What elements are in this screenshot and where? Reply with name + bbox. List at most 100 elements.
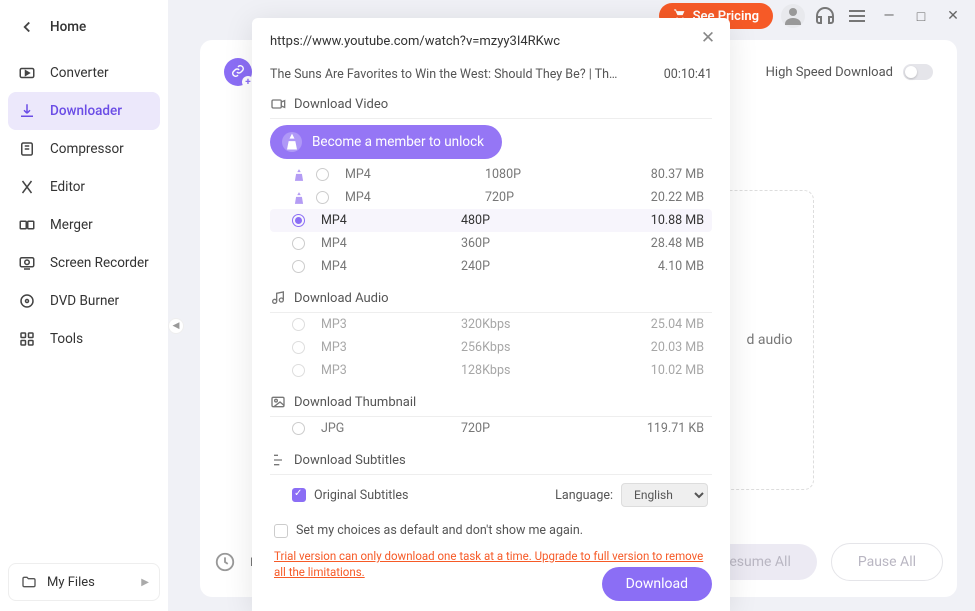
section-audio: Download Audio xyxy=(270,284,712,313)
original-subs-label: Original Subtitles xyxy=(314,488,408,503)
radio-icon xyxy=(292,364,305,377)
format-option[interactable]: MP41080P 80.37 MB xyxy=(270,163,712,186)
nav-label: Downloader xyxy=(50,103,122,119)
format-option[interactable]: MP4480P10.88 MB xyxy=(270,209,712,232)
language-label: Language: xyxy=(555,488,613,503)
size-label: 10.88 MB xyxy=(651,213,704,228)
nav-editor[interactable]: Editor xyxy=(0,168,168,206)
format-option[interactable]: MP4720P20.22 MB xyxy=(270,186,712,209)
section-label: Download Video xyxy=(294,97,388,112)
video-icon xyxy=(270,96,286,112)
high-speed-toggle-row: High Speed Download xyxy=(766,64,933,80)
maximize-button[interactable]: □ xyxy=(909,4,933,28)
format-label: MP4 xyxy=(345,167,485,182)
format-option[interactable]: MP3320Kbps25.04 MB xyxy=(270,313,712,336)
become-member-button[interactable]: Become a member to unlock xyxy=(270,125,502,159)
back-icon xyxy=(18,18,36,36)
quality-label: 128Kbps xyxy=(461,363,581,378)
nav-home-label: Home xyxy=(50,19,86,35)
close-button[interactable]: ✕ xyxy=(941,4,965,28)
nav-converter[interactable]: Converter xyxy=(0,54,168,92)
language-select[interactable]: English xyxy=(621,483,708,507)
image-icon xyxy=(270,394,286,410)
menu-icon[interactable] xyxy=(845,4,869,28)
nav-compressor[interactable]: Compressor xyxy=(0,130,168,168)
high-speed-toggle[interactable] xyxy=(903,64,933,80)
user-icon[interactable] xyxy=(781,4,805,28)
size-label: 80.37 MB xyxy=(651,167,704,182)
size-label: 28.48 MB xyxy=(651,236,704,251)
my-files-button[interactable]: My Files ▶ xyxy=(8,563,160,601)
quality-label: 240P xyxy=(461,259,581,274)
merger-icon xyxy=(18,216,36,234)
nav-label: Screen Recorder xyxy=(50,255,149,271)
quality-label: 1080P xyxy=(485,167,605,182)
video-title-row: The Suns Are Favorites to Win the West: … xyxy=(270,59,712,90)
download-modal: ✕ https://www.youtube.com/watch?v=mzyy3I… xyxy=(252,18,730,611)
quality-label: 720P xyxy=(461,421,581,436)
nav-dvd-burner[interactable]: DVD Burner xyxy=(0,282,168,320)
radio-icon xyxy=(316,168,329,181)
section-label: Download Thumbnail xyxy=(294,395,416,410)
section-thumbnail: Download Thumbnail xyxy=(270,388,712,417)
video-duration: 00:10:41 xyxy=(664,67,712,82)
nav-downloader[interactable]: Downloader xyxy=(8,92,160,130)
collapse-sidebar-button[interactable]: ◀ xyxy=(168,318,184,334)
nav-label: Converter xyxy=(50,65,109,81)
nav-home[interactable]: Home xyxy=(0,8,168,54)
checkbox-checked-icon[interactable] xyxy=(292,488,306,502)
paste-link-button[interactable] xyxy=(224,58,252,86)
radio-icon xyxy=(292,341,305,354)
converter-icon xyxy=(18,64,36,82)
compressor-icon xyxy=(18,140,36,158)
tools-icon xyxy=(18,330,36,348)
downloader-icon xyxy=(18,102,36,120)
language-select-row: Language: English xyxy=(555,483,708,507)
modal-close-button[interactable]: ✕ xyxy=(698,28,718,48)
checkbox-icon[interactable] xyxy=(274,524,288,538)
size-label: 4.10 MB xyxy=(658,259,704,274)
radio-icon xyxy=(292,260,305,273)
section-video: Download Video xyxy=(270,90,712,119)
format-option[interactable]: MP4360P28.48 MB xyxy=(270,232,712,255)
size-label: 20.03 MB xyxy=(651,340,704,355)
modal-url: https://www.youtube.com/watch?v=mzyy3I4R… xyxy=(270,32,712,59)
recorder-icon xyxy=(18,254,36,272)
nav-label: Merger xyxy=(50,217,93,233)
format-label: MP3 xyxy=(321,340,461,355)
size-label: 20.22 MB xyxy=(651,190,704,205)
format-option[interactable]: MP3128Kbps10.02 MB xyxy=(270,359,712,382)
nav-label: Tools xyxy=(50,331,83,347)
chevron-right-icon: ▶ xyxy=(141,577,149,588)
subtitles-icon xyxy=(270,452,286,468)
format-label: MP4 xyxy=(321,259,461,274)
radio-icon xyxy=(316,191,329,204)
editor-icon xyxy=(18,178,36,196)
format-option[interactable]: MP3256Kbps20.03 MB xyxy=(270,336,712,359)
nav-screen-recorder[interactable]: Screen Recorder xyxy=(0,244,168,282)
section-subtitles: Download Subtitles xyxy=(270,446,712,475)
sidebar: Home Converter Downloader Compressor Edi… xyxy=(0,0,168,611)
nav-label: DVD Burner xyxy=(50,293,119,309)
format-option[interactable]: JPG720P119.71 KB xyxy=(270,417,712,440)
become-member-label: Become a member to unlock xyxy=(312,134,484,150)
pause-all-button[interactable]: Pause All xyxy=(831,543,943,581)
size-label: 10.02 MB xyxy=(651,363,704,378)
minimize-button[interactable]: ― xyxy=(877,4,901,28)
nav-tools[interactable]: Tools xyxy=(0,320,168,358)
format-option[interactable]: MP4240P 4.10 MB xyxy=(270,255,712,278)
download-button[interactable]: Download xyxy=(602,567,712,601)
section-label: Download Audio xyxy=(294,291,389,306)
my-files-label: My Files xyxy=(47,575,95,590)
support-icon[interactable] xyxy=(813,4,837,28)
original-subtitles-row[interactable]: Original Subtitles Language: English xyxy=(270,475,712,515)
history-icon[interactable] xyxy=(214,551,236,573)
default-choice-row[interactable]: Set my choices as default and don't show… xyxy=(270,515,712,546)
size-label: 25.04 MB xyxy=(651,317,704,332)
dvd-icon xyxy=(18,292,36,310)
format-label: JPG xyxy=(321,421,461,436)
nav-label: Editor xyxy=(50,179,85,195)
nav-merger[interactable]: Merger xyxy=(0,206,168,244)
radio-icon xyxy=(292,237,305,250)
section-label: Download Subtitles xyxy=(294,453,406,468)
